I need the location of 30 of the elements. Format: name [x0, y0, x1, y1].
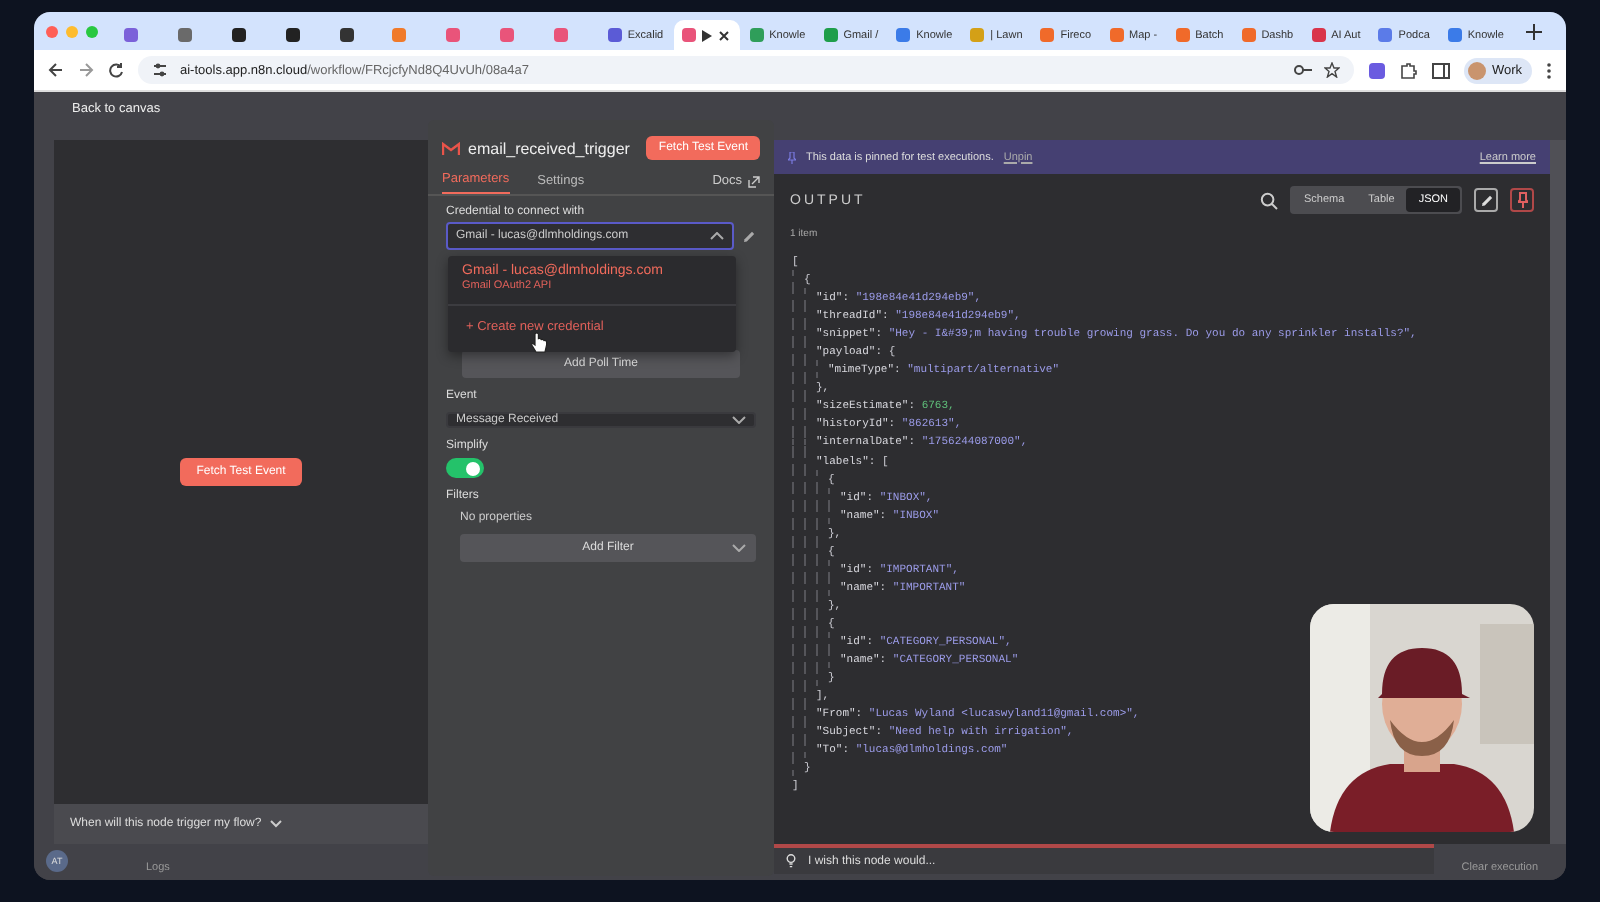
- site-settings-icon[interactable]: [152, 62, 168, 78]
- pin-icon: [1517, 192, 1527, 208]
- play-icon: [701, 29, 712, 41]
- puzzle-icon[interactable]: [1399, 61, 1418, 79]
- edit-button[interactable]: [1474, 188, 1498, 212]
- new-tab-icon[interactable]: [1525, 23, 1542, 39]
- simplify-toggle[interactable]: [446, 458, 484, 478]
- lightbulb-icon: [786, 854, 796, 868]
- star-icon[interactable]: [1323, 62, 1340, 78]
- pencil-icon[interactable]: [742, 229, 756, 243]
- pencil-icon: [1479, 193, 1493, 207]
- forward-icon[interactable]: [78, 62, 94, 78]
- node-title: email_received_trigger: [468, 139, 630, 157]
- chevron-down-icon[interactable]: [732, 544, 746, 552]
- browser-tab[interactable]: [673, 20, 740, 50]
- sidebar-icon[interactable]: [1431, 61, 1450, 79]
- back-icon[interactable]: [48, 62, 64, 78]
- reload-icon[interactable]: [108, 62, 124, 78]
- extension-icon[interactable]: [1367, 61, 1386, 79]
- chevron-up-icon[interactable]: [710, 232, 724, 240]
- external-link-icon[interactable]: [748, 175, 760, 187]
- gmail-icon: [442, 141, 460, 155]
- chevron-down-icon[interactable]: [732, 416, 746, 424]
- chevron-down-icon[interactable]: [269, 820, 282, 828]
- menu-icon[interactable]: [1546, 61, 1552, 79]
- search-icon[interactable]: [1259, 191, 1278, 209]
- close-icon[interactable]: [717, 29, 730, 41]
- pin-icon: [788, 151, 796, 163]
- key-icon[interactable]: [1293, 64, 1312, 76]
- unpin-button[interactable]: [1510, 188, 1534, 212]
